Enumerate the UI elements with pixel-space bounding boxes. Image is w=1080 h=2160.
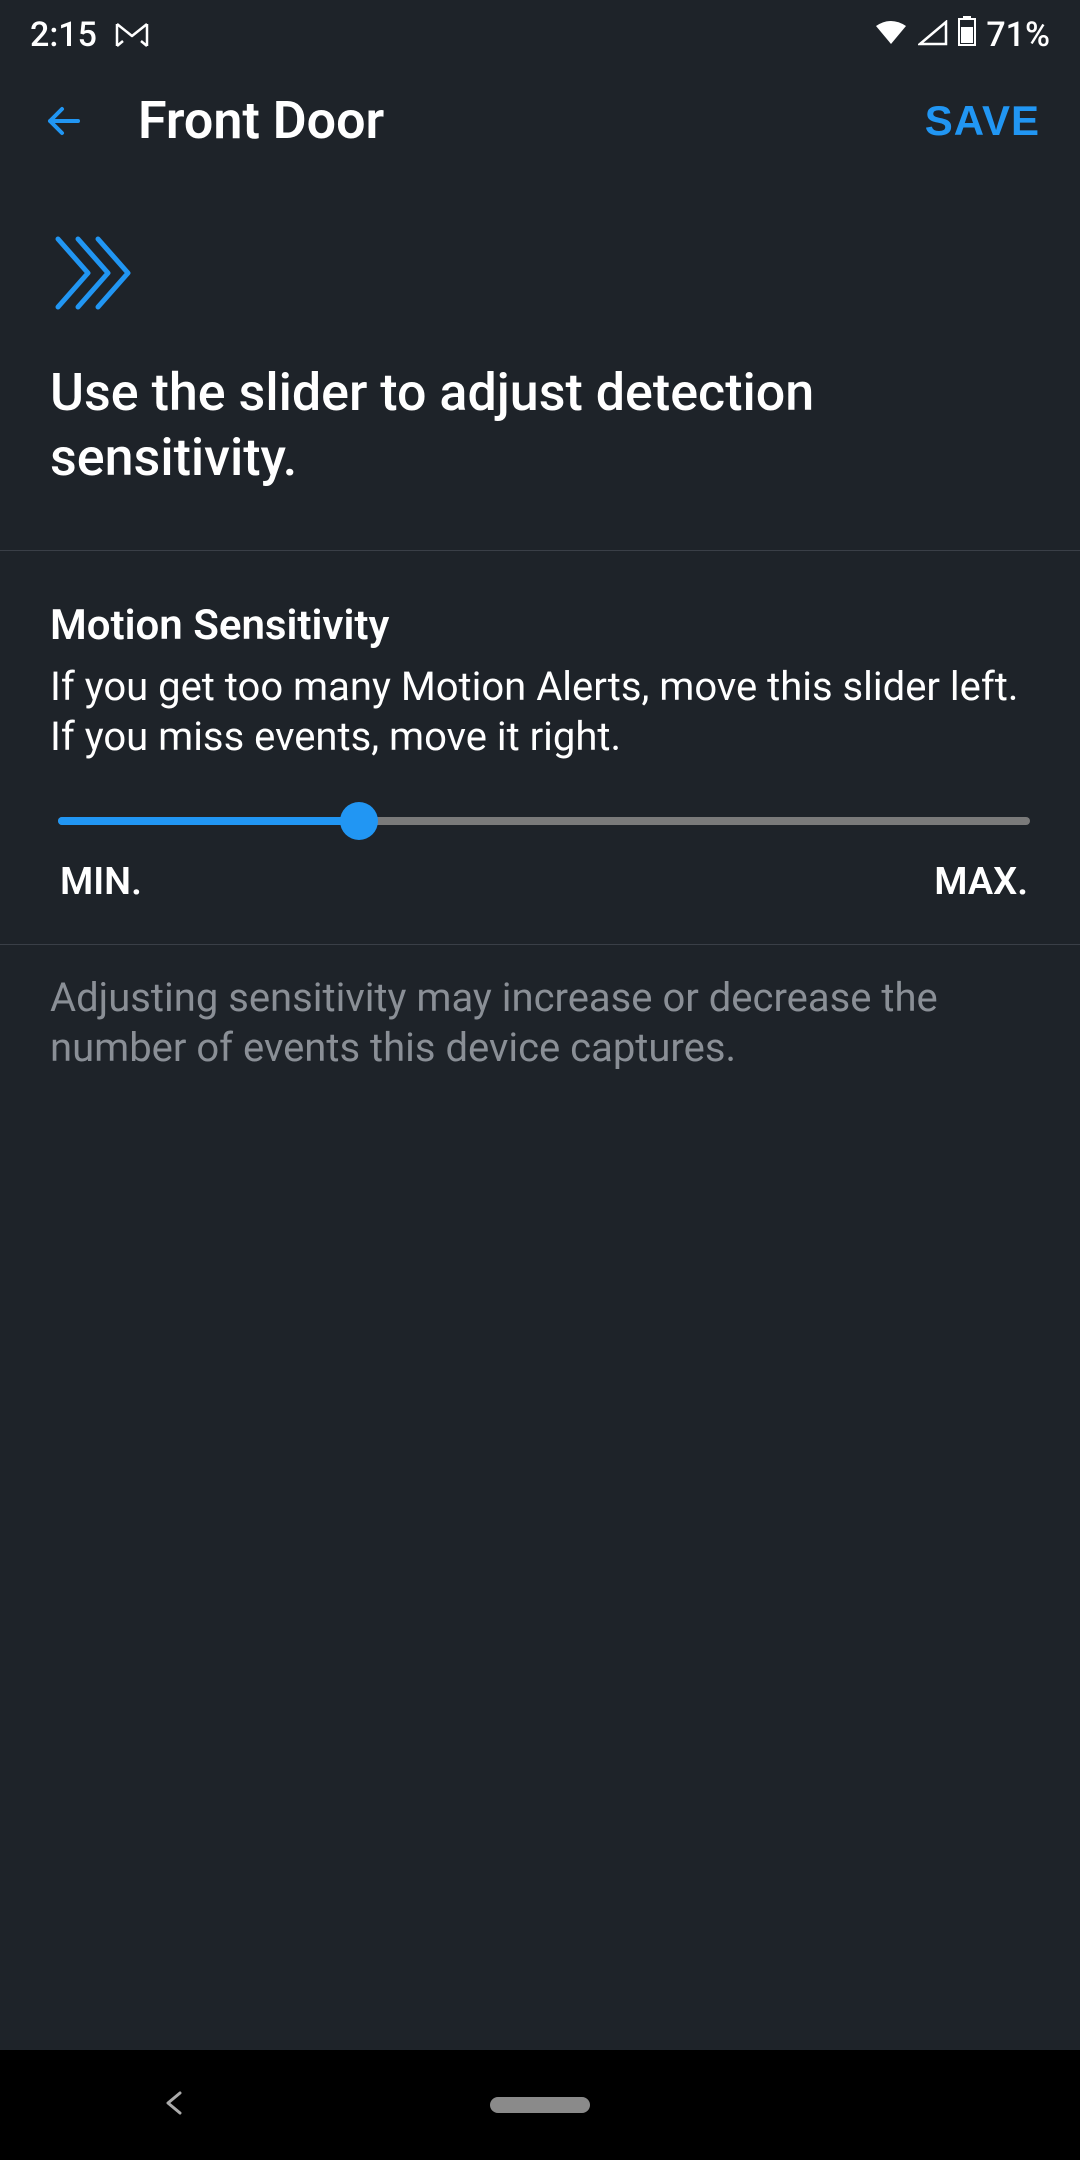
sensitivity-slider[interactable]: MIN. MAX.	[58, 817, 1030, 904]
nav-back-button[interactable]	[160, 2089, 188, 2121]
chevrons-right-icon	[50, 231, 1030, 320]
sensitivity-description: If you get too many Motion Alerts, move …	[50, 662, 1030, 762]
status-time: 2:15	[30, 15, 97, 55]
status-left: 2:15	[30, 15, 149, 55]
page-title: Front Door	[138, 90, 875, 151]
wifi-icon	[874, 15, 908, 55]
slider-max-label: MAX.	[934, 860, 1028, 904]
slider-fill	[58, 817, 359, 825]
battery-percent: 71%	[986, 15, 1050, 55]
slider-min-label: MIN.	[60, 860, 142, 904]
slider-labels: MIN. MAX.	[58, 860, 1030, 904]
save-button[interactable]: SAVE	[925, 97, 1040, 145]
battery-icon	[958, 15, 976, 55]
gmail-icon	[115, 22, 149, 48]
footer-note: Adjusting sensitivity may increase or de…	[0, 945, 1080, 1101]
sensitivity-section: Motion Sensitivity If you get too many M…	[0, 551, 1080, 945]
intro-section: Use the slider to adjust detection sensi…	[0, 181, 1080, 551]
nav-home-pill[interactable]	[490, 2097, 590, 2113]
signal-icon	[918, 15, 948, 55]
app-header: Front Door SAVE	[0, 70, 1080, 181]
status-bar: 2:15 71%	[0, 0, 1080, 70]
slider-thumb[interactable]	[340, 802, 378, 840]
slider-track	[58, 817, 1030, 825]
sensitivity-title: Motion Sensitivity	[50, 601, 1030, 650]
intro-text: Use the slider to adjust detection sensi…	[50, 360, 1030, 490]
back-button[interactable]	[40, 97, 88, 145]
status-right: 71%	[874, 15, 1050, 55]
nav-bar	[0, 2050, 1080, 2160]
